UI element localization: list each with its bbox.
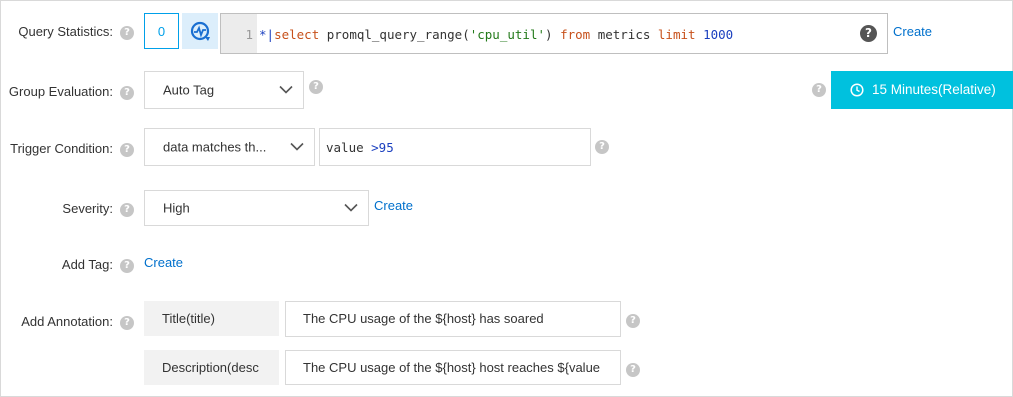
- trigger-expression-operator: >95: [371, 140, 394, 155]
- query-code-area[interactable]: *|select promql_query_range('cpu_util') …: [257, 14, 887, 53]
- query-count-value: 0: [157, 24, 166, 39]
- chevron-down-icon: [279, 85, 293, 94]
- query-function-close: ): [545, 27, 561, 42]
- query-argument: 'cpu_util': [469, 27, 545, 42]
- annotation-key-title: Title(title): [144, 301, 279, 336]
- annotation-description-help-icon[interactable]: ?: [626, 363, 640, 377]
- trigger-condition-help-icon[interactable]: ?: [120, 143, 134, 157]
- trigger-condition-value: data matches th...: [163, 139, 267, 155]
- query-prefix: *|: [259, 27, 275, 42]
- trigger-expression-help-icon[interactable]: ?: [595, 140, 609, 154]
- query-limit-value: 1000: [703, 27, 734, 42]
- keyword-from: from: [560, 27, 591, 42]
- severity-value: High: [163, 200, 190, 216]
- query-statistics-label: Query Statistics:: [18, 24, 113, 39]
- add-annotation-help-icon[interactable]: ?: [120, 316, 134, 330]
- severity-select[interactable]: High: [144, 190, 369, 226]
- time-range-button[interactable]: 15 Minutes(Relative): [831, 71, 1013, 109]
- add-annotation-label: Add Annotation:: [21, 314, 113, 329]
- group-evaluation-label: Group Evaluation:: [8, 84, 113, 99]
- annotation-title-help-icon[interactable]: ?: [626, 314, 640, 328]
- query-statistics-help-icon[interactable]: ?: [120, 26, 134, 40]
- query-count-box[interactable]: 0: [144, 13, 179, 49]
- severity-create-link[interactable]: Create: [374, 198, 413, 213]
- alert-config-panel: Query Statistics: ? 0 1 *|select promql_…: [0, 0, 1013, 397]
- trigger-condition-select[interactable]: data matches th...: [144, 128, 315, 166]
- chevron-down-icon: [344, 203, 358, 212]
- group-evaluation-help-icon[interactable]: ?: [120, 86, 134, 100]
- refresh-chart-icon: [190, 21, 210, 41]
- group-evaluation-value: Auto Tag: [163, 82, 215, 98]
- query-statistics-row-label: Query Statistics: ?: [1, 22, 135, 42]
- trigger-expression-text: value >95: [326, 140, 394, 155]
- line-number: 1: [245, 27, 253, 42]
- severity-help-icon[interactable]: ?: [120, 203, 134, 217]
- query-text: *|select promql_query_range('cpu_util') …: [259, 27, 733, 42]
- add-tag-label: Add Tag:: [61, 257, 113, 272]
- chevron-down-icon: [290, 142, 304, 151]
- query-table: metrics: [590, 27, 658, 42]
- add-tag-create-link[interactable]: Create: [144, 255, 183, 270]
- query-editor[interactable]: 1 *|select promql_query_range('cpu_util'…: [220, 13, 888, 54]
- group-evaluation-extra-help-icon[interactable]: ?: [309, 80, 323, 94]
- keyword-select: select: [274, 27, 320, 42]
- query-chart-toggle-button[interactable]: [182, 13, 218, 49]
- severity-label: Severity:: [62, 201, 113, 216]
- time-range-help-icon[interactable]: ?: [812, 83, 826, 97]
- keyword-limit: limit: [657, 27, 696, 42]
- group-evaluation-select[interactable]: Auto Tag: [144, 71, 304, 109]
- clock-icon: [850, 83, 864, 97]
- query-function-open: promql_query_range(: [319, 27, 470, 42]
- severity-row-label: Severity: ?: [1, 199, 135, 219]
- time-range-label: 15 Minutes(Relative): [872, 82, 996, 97]
- trigger-expression-input[interactable]: value >95: [319, 128, 591, 166]
- annotation-value-title-input[interactable]: The CPU usage of the ${host} has soared: [285, 301, 621, 337]
- group-evaluation-row-label: Group Evaluation: ?: [1, 82, 135, 102]
- add-tag-row-label: Add Tag: ?: [1, 255, 135, 275]
- add-annotation-row-label: Add Annotation: ?: [1, 312, 135, 332]
- trigger-expression-field: value: [326, 140, 372, 155]
- annotation-key-description: Description(desc: [144, 350, 279, 385]
- query-syntax-help-icon[interactable]: ?: [860, 25, 877, 42]
- trigger-condition-row-label: Trigger Condition: ?: [1, 139, 135, 159]
- annotation-value-description-input[interactable]: The CPU usage of the ${host} host reache…: [285, 350, 621, 385]
- query-space: [696, 27, 704, 42]
- trigger-condition-label: Trigger Condition:: [10, 141, 113, 156]
- query-create-link[interactable]: Create: [893, 24, 932, 39]
- add-tag-help-icon[interactable]: ?: [120, 259, 134, 273]
